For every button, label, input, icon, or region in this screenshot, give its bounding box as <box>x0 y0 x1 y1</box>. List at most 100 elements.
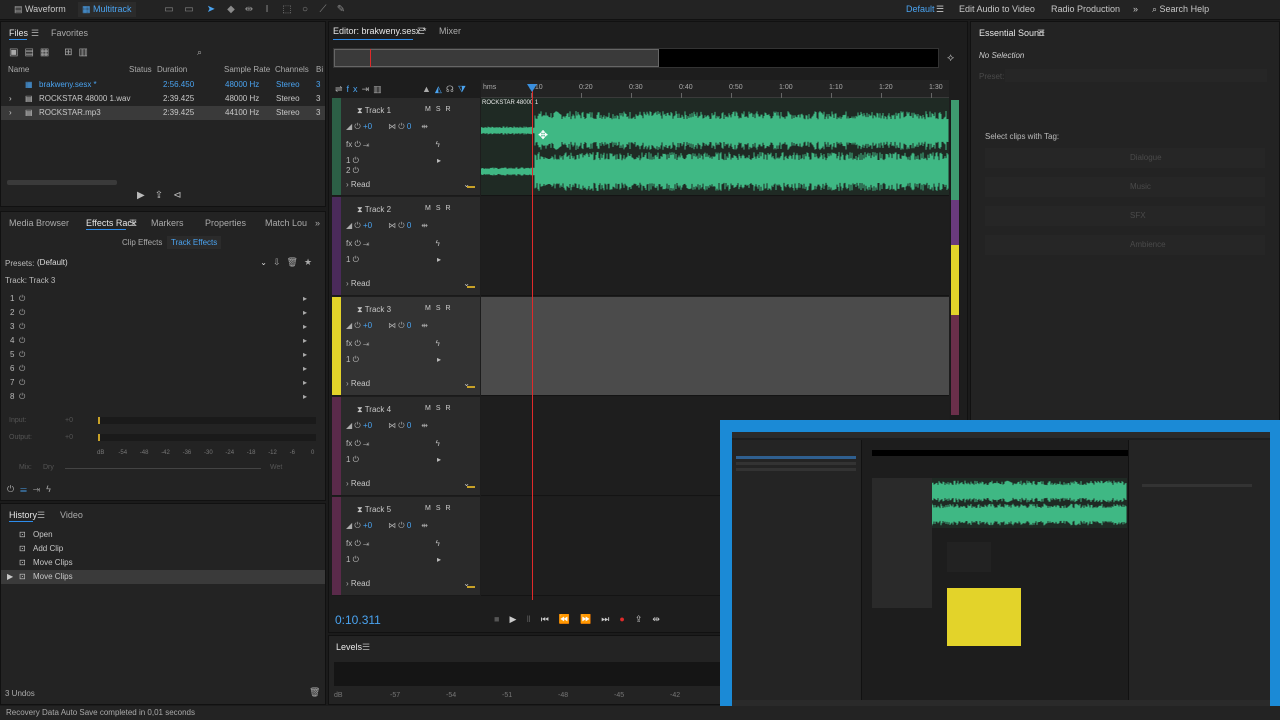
automation-mode-dropdown[interactable]: › Read ⌄ <box>346 479 476 491</box>
effect-slot[interactable]: 1 ⏻ ▸ <box>1 292 321 306</box>
files-toolbar[interactable]: ▣▤▦ ⊞▥ <box>9 47 94 58</box>
effect-slot[interactable]: 7 ⏻ ▸ <box>1 376 321 390</box>
workspace-default[interactable]: Default <box>906 2 935 17</box>
workspace-menu-icon[interactable]: ☰ <box>936 2 944 17</box>
effect-slot[interactable]: 4 ⏻ ▸ <box>1 334 321 348</box>
track-msr-buttons[interactable]: MSR <box>425 305 456 312</box>
workspace-overflow-icon[interactable]: » <box>1133 2 1138 17</box>
history-item[interactable]: ⊡ Open <box>1 528 325 542</box>
presets-dropdown[interactable]: (Default) ⌄ <box>35 256 269 269</box>
toolbar-icon-b[interactable]: ▭ <box>182 3 196 16</box>
track-1-header[interactable]: ⧗ Track 1 MSR ◢ ⏻ +0 ⋈ ⏻ 0 ⇹ fx ⏻ ⇥ ϟ 1 ⏻ ▸… <box>332 98 480 196</box>
music-button[interactable]: Music <box>985 177 1265 197</box>
tab-match-loudness[interactable]: Match Lou <box>265 218 307 228</box>
brush-tool-icon[interactable]: ⟋ <box>316 3 330 16</box>
editor-menu-icon[interactable]: ☰ <box>417 26 425 37</box>
automation-mode-dropdown[interactable]: › Read ⌄ <box>346 379 476 391</box>
tab-properties[interactable]: Properties <box>205 218 246 228</box>
track-input-row[interactable]: 1 ⏻ ▸ <box>346 455 441 465</box>
tab-markers[interactable]: Markers <box>151 218 184 228</box>
tab-mixer[interactable]: Mixer <box>439 26 461 36</box>
preset-actions[interactable]: ⇩🗑★ <box>273 257 318 268</box>
volume-knob[interactable]: ◢ ⏻ +0 ⋈ ⏻ 0 ⇹ <box>346 321 428 331</box>
track-2-lane[interactable] <box>481 197 949 296</box>
history-item[interactable]: ▶ ⊡ Move Clips <box>1 570 325 584</box>
history-item[interactable]: ⊡ Move Clips <box>1 556 325 570</box>
track-1-lane[interactable]: ROCKSTAR 48000 1 <box>481 98 949 196</box>
trash-icon[interactable]: 🗑 <box>309 687 320 698</box>
workspace-radio-production[interactable]: Radio Production <box>1051 2 1120 17</box>
track-msr-buttons[interactable]: MSR <box>425 405 456 412</box>
files-scrollbar[interactable] <box>7 180 117 185</box>
essential-menu-icon[interactable]: ☰ <box>1037 28 1045 39</box>
effects-power-controls[interactable]: ⏻☰⇥ϟ <box>7 484 57 495</box>
track-fx-row[interactable]: fx ⏻ ⇥ ϟ <box>346 439 440 449</box>
volume-knob[interactable]: ◢ ⏻ +0 ⋈ ⏻ 0 ⇹ <box>346 521 428 531</box>
toolbar-icon-a[interactable]: ▭ <box>162 3 176 16</box>
tab-levels[interactable]: Levels <box>336 642 362 652</box>
tab-media-browser[interactable]: Media Browser <box>9 218 69 228</box>
track-3-lane[interactable] <box>481 297 949 396</box>
track-fx-row[interactable]: fx ⏻ ⇥ ϟ <box>346 140 440 150</box>
marquee-tool-icon[interactable]: ⬚ <box>280 3 294 16</box>
clip-waveform[interactable] <box>481 110 949 192</box>
volume-knob[interactable]: ◢ ⏻ +0 ⋈ ⏻ 0 ⇹ <box>346 122 428 132</box>
track-input-row[interactable]: 1 ⏻ ▸ <box>346 555 441 565</box>
track-3-header[interactable]: ⧗ Track 3 MSR ◢ ⏻ +0 ⋈ ⏻ 0 ⇹ fx ⏻ ⇥ ϟ 1 ⏻ ▸… <box>332 297 480 396</box>
track-input-row[interactable]: 1 ⏻ ▸ <box>346 255 441 265</box>
effect-slot[interactable]: 8 ⏻ ▸ <box>1 390 321 404</box>
ambience-button[interactable]: Ambience <box>985 235 1265 255</box>
track-5-header[interactable]: ⧗ Track 5 MSR ◢ ⏻ +0 ⋈ ⏻ 0 ⇹ fx ⏻ ⇥ ϟ 1 ⏻ ▸… <box>332 497 480 596</box>
mix-slider[interactable] <box>65 468 261 469</box>
track-name[interactable]: ⧗ Track 3 <box>357 305 391 315</box>
effect-slot[interactable]: 6 ⏻ ▸ <box>1 362 321 376</box>
file-row[interactable]: › ▤ ROCKSTAR 48000 1.wav 2:39.425 48000 … <box>1 92 325 106</box>
track-name[interactable]: ⧗ Track 5 <box>357 505 391 515</box>
effect-slot[interactable]: 2 ⏻ ▸ <box>1 306 321 320</box>
automation-mode-dropdown[interactable]: › Read ⌄ <box>346 279 476 291</box>
time-ruler[interactable]: hms 0:10 0:20 0:30 0:40 0:50 1:00 1:10 1:20 1:30 <box>481 80 949 98</box>
overview-bar[interactable] <box>333 48 939 68</box>
output-value[interactable]: +0 <box>65 434 73 441</box>
waveform-view-button[interactable]: ▤ Waveform <box>14 2 66 17</box>
effect-slot[interactable]: 3 ⏻ ▸ <box>1 320 321 334</box>
search-help-field[interactable]: ⌕ Search Help <box>1152 2 1272 17</box>
tab-files[interactable]: Files <box>9 28 28 38</box>
razor-tool-icon[interactable]: ◆ <box>224 3 238 16</box>
tab-editor[interactable]: Editor: brakweny.sesx * <box>333 26 426 36</box>
zoom-fit-icon[interactable]: ⟡ <box>947 52 954 65</box>
playhead-line[interactable] <box>532 84 533 600</box>
spot-heal-tool-icon[interactable]: ✎ <box>334 3 348 16</box>
history-menu-icon[interactable]: ☰ <box>37 510 45 521</box>
track-input-row[interactable]: 1 ⏻ ▸ <box>346 355 441 365</box>
dialogue-button[interactable]: Dialogue <box>985 148 1265 168</box>
lasso-tool-icon[interactable]: ○ <box>298 3 312 16</box>
track-msr-buttons[interactable]: MSR <box>425 505 456 512</box>
file-preview-controls[interactable]: ▶⇪⊲ <box>137 190 191 201</box>
track-name[interactable]: ⧗ Track 2 <box>357 205 391 215</box>
file-row[interactable]: ▦ brakweny.sesx * 2:56.450 48000 Hz Ster… <box>1 78 325 92</box>
track-list-icons[interactable]: ▲◭☊⧩ <box>422 84 470 95</box>
file-row[interactable]: › ▤ ROCKSTAR.mp3 2:39.425 44100 Hz Stere… <box>1 106 325 120</box>
current-time[interactable]: 0:10.311 <box>335 613 381 627</box>
volume-knob[interactable]: ◢ ⏻ +0 ⋈ ⏻ 0 ⇹ <box>346 421 428 431</box>
tab-video[interactable]: Video <box>60 510 83 520</box>
input-value[interactable]: +0 <box>65 417 73 424</box>
files-search-icon[interactable]: ⌕ <box>197 47 202 58</box>
workspace-edit-audio-to-video[interactable]: Edit Audio to Video <box>959 2 1035 17</box>
tab-track-effects[interactable]: Track Effects <box>167 236 222 249</box>
effects-menu-icon[interactable]: ☰ <box>129 218 137 229</box>
essential-sound-title[interactable]: Essential Sound <box>979 28 1044 38</box>
slip-tool-icon[interactable]: ⇹ <box>242 3 256 16</box>
files-menu-icon[interactable]: ☰ <box>31 28 39 39</box>
transport-controls[interactable]: ■▶Ⅱ⏮⏪⏩⏭●⇪⇹ <box>494 614 670 625</box>
overview-viewport[interactable] <box>334 49 659 67</box>
move-tool-icon[interactable]: ➤ <box>204 3 218 16</box>
tab-clip-effects[interactable]: Clip Effects <box>122 238 162 247</box>
history-item[interactable]: ⊡ Add Clip <box>1 542 325 556</box>
sfx-button[interactable]: SFX <box>985 206 1265 226</box>
multitrack-view-button[interactable]: ▦ Multitrack <box>78 2 136 17</box>
track-list-toolbar[interactable]: ⇌fx⇥▥ <box>335 84 386 95</box>
expand-arrow-icon[interactable]: › <box>9 92 12 106</box>
track-fx-row[interactable]: fx ⏻ ⇥ ϟ <box>346 339 440 349</box>
